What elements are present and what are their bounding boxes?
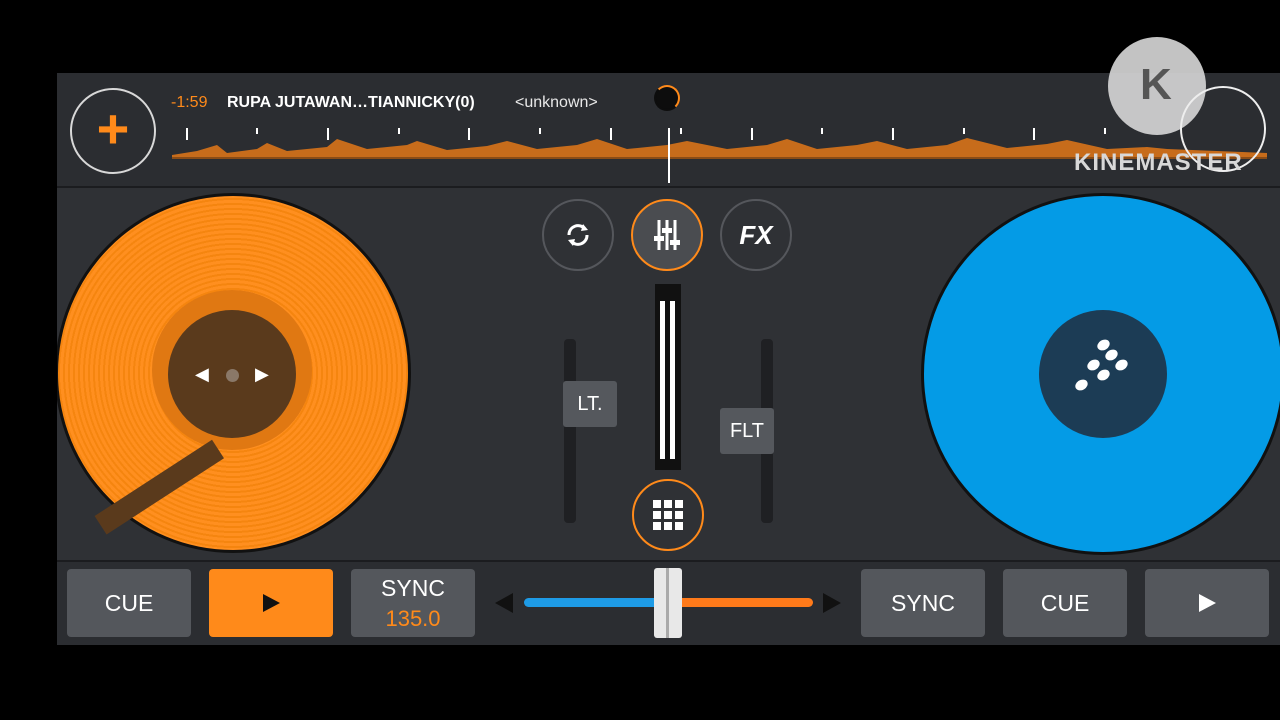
track-artist: <unknown> (515, 94, 598, 111)
pads-grid-icon (653, 500, 683, 530)
right-filter-knob[interactable]: FLT (720, 408, 774, 454)
left-sync-label: SYNC (381, 574, 445, 601)
right-play-button[interactable] (1145, 569, 1269, 637)
scroll-left-icon[interactable]: ◀ (195, 364, 209, 385)
sync-loop-icon (567, 224, 589, 246)
play-icon (1199, 594, 1216, 612)
scroll-right-icon[interactable]: ▶ (255, 364, 269, 385)
sync-loop-button[interactable] (542, 199, 614, 271)
loading-indicator (654, 85, 680, 111)
kinemaster-watermark: KINEMASTER (1074, 149, 1243, 176)
crossfader-right-arrow-icon[interactable] (823, 593, 841, 613)
play-icon (263, 594, 280, 612)
fx-label: FX (739, 219, 773, 250)
right-cue-button[interactable]: CUE (1003, 569, 1127, 637)
left-sync-button[interactable]: SYNC 135.0 (351, 569, 475, 637)
left-play-button[interactable] (209, 569, 333, 637)
remaining-time: -1:59 (171, 94, 208, 111)
pads-button[interactable] (632, 479, 704, 551)
add-icon: + (96, 97, 130, 160)
crossfader-left-track (524, 598, 664, 607)
level-meter (655, 284, 681, 470)
right-record-label (1039, 310, 1167, 438)
track-title: RUPA JUTAWAN…TIANNICKY(0) (227, 94, 475, 111)
right-filter-label: FLT (729, 419, 765, 442)
tonearm (94, 439, 224, 535)
right-sync-button[interactable]: SYNC (861, 569, 985, 637)
right-cue-label: CUE (1040, 589, 1090, 616)
left-filter-knob[interactable]: LT. (563, 381, 617, 427)
center-dot (226, 369, 239, 382)
right-sync-label: SYNC (891, 589, 955, 616)
fx-button[interactable]: FX (720, 199, 792, 271)
left-bpm: 135.0 (385, 605, 441, 631)
left-turntable[interactable]: ◀ ▶ (57, 193, 411, 553)
crossfader-left-arrow-icon[interactable] (495, 593, 513, 613)
left-cue-button[interactable]: CUE (67, 569, 191, 637)
crossfader-handle[interactable] (654, 568, 682, 638)
add-track-button[interactable]: + (70, 88, 156, 174)
left-filter-label: LT. (577, 392, 603, 415)
playhead (668, 128, 670, 183)
left-volume-track[interactable] (564, 339, 576, 523)
crossfader-right-track (672, 598, 813, 607)
mixer-sliders-icon (654, 220, 680, 250)
right-turntable[interactable] (921, 193, 1280, 555)
kinemaster-logo-letter: K (1140, 60, 1172, 109)
mixer-button[interactable] (631, 199, 703, 271)
left-cue-label: CUE (104, 589, 154, 616)
